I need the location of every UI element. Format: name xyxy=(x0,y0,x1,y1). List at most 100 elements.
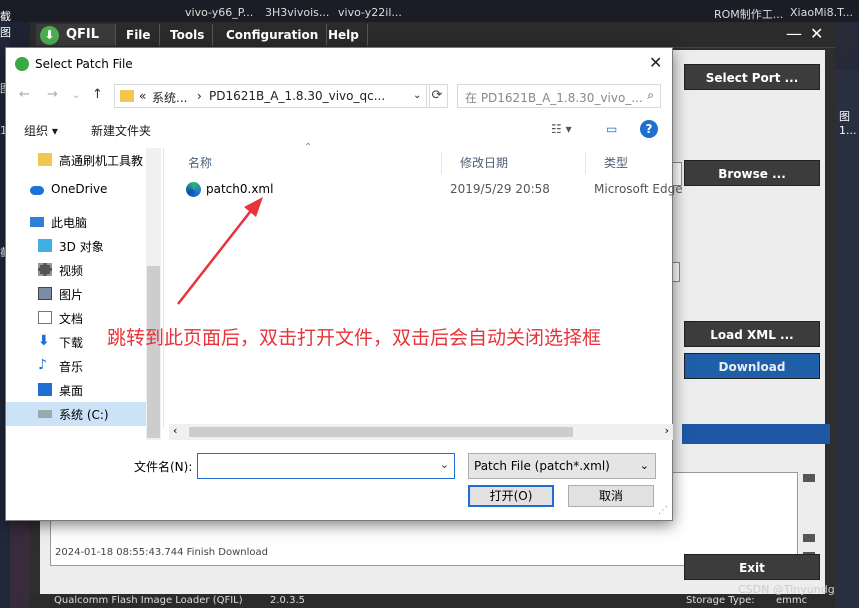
search-placeholder: 在 PD1621B_A_1.8.30_vivo_... xyxy=(465,91,643,105)
menu-configuration[interactable]: Configuration xyxy=(218,24,328,46)
nav-item-desktop[interactable]: 桌面 xyxy=(6,378,146,402)
nav-item-label: 音乐 xyxy=(59,360,84,374)
annotation-text: 跳转到此页面后，双击打开文件，双击后会自动关闭选择框 xyxy=(107,327,602,349)
search-input[interactable]: 在 PD1621B_A_1.8.30_vivo_... ⌕ xyxy=(457,84,661,108)
nav-item-system-c[interactable]: 系统 (C:) xyxy=(6,402,146,426)
select-port-button[interactable]: Select Port ... xyxy=(684,64,820,90)
up-arrow-icon[interactable]: ↑ xyxy=(92,87,103,102)
file-name[interactable]: patch0.xml xyxy=(206,182,273,196)
scroll-left-icon[interactable]: ‹ xyxy=(173,424,177,437)
menu-tools[interactable]: Tools xyxy=(162,24,214,46)
nav-item-label: 图片 xyxy=(59,288,84,302)
desktop-icon xyxy=(38,383,52,396)
chevron-down-icon[interactable]: ⌄ xyxy=(440,458,449,471)
recent-chevron-icon[interactable]: ⌄ xyxy=(72,90,80,101)
desktop-item[interactable]: 3H3vivois... xyxy=(265,6,329,19)
scroll-right-icon[interactable]: › xyxy=(665,424,669,437)
nav-item-label: OneDrive xyxy=(51,182,108,196)
browse-button[interactable]: Browse ... xyxy=(684,160,820,186)
nav-item-videos[interactable]: 视频 xyxy=(6,258,146,282)
search-icon[interactable]: ⌕ xyxy=(647,88,654,103)
nav-item-label: 此电脑 xyxy=(51,216,88,230)
dialog-titlebar: Select Patch File ✕ xyxy=(6,48,672,80)
breadcrumb-system[interactable]: 系统... xyxy=(152,89,187,106)
nav-scrollbar[interactable] xyxy=(146,148,161,440)
nav-item-music[interactable]: ♪ 音乐 xyxy=(6,354,146,378)
column-header-type[interactable]: 类型 xyxy=(586,152,674,174)
back-arrow-icon[interactable]: ← xyxy=(19,87,30,102)
open-button[interactable]: 打开(O) xyxy=(468,485,554,507)
chevron-down-icon[interactable]: ⌄ xyxy=(640,459,649,472)
breadcrumb-separator[interactable]: › xyxy=(197,89,202,103)
file-date: 2019/5/29 20:58 xyxy=(450,182,550,196)
file-type-select[interactable]: Patch File (patch*.xml) ⌄ xyxy=(468,453,656,479)
nav-item-onedrive[interactable]: OneDrive xyxy=(6,178,146,202)
computer-icon xyxy=(30,217,44,227)
filename-input[interactable]: ⌄ xyxy=(197,453,455,479)
video-icon xyxy=(38,263,52,276)
desktop-item[interactable]: ROM制作工... xyxy=(714,6,783,22)
annotation-arrow-shaft xyxy=(177,202,258,305)
nav-item-pictures[interactable]: 图片 xyxy=(6,282,146,306)
load-xml-button[interactable]: Load XML ... xyxy=(684,321,820,347)
music-icon: ♪ xyxy=(38,357,47,373)
log-line: 2024-01-18 08:55:43.744 Finish Download xyxy=(55,547,269,558)
exit-button[interactable]: Exit xyxy=(684,554,820,580)
breadcrumb-overflow[interactable]: « xyxy=(139,89,146,103)
close-icon[interactable]: ✕ xyxy=(810,24,823,43)
cancel-button[interactable]: 取消 xyxy=(568,485,654,507)
nav-item-label: 高通刷机工具教 xyxy=(59,154,144,168)
nav-item-label: 桌面 xyxy=(59,384,84,398)
refresh-icon[interactable]: ⟳ xyxy=(426,84,448,108)
desktop-item[interactable]: vivo-y22il... xyxy=(338,6,402,19)
cloud-icon xyxy=(30,186,44,195)
folder-icon xyxy=(38,153,52,166)
address-row: ← → ⌄ ↑ « 系统... › PD1621B_A_1.8.30_vivo_… xyxy=(6,82,672,110)
download-arrow-icon: ⬇ xyxy=(40,26,59,45)
nav-scroll-thumb[interactable] xyxy=(147,266,160,438)
nav-item-3d-objects[interactable]: 3D 对象 xyxy=(6,234,146,258)
breadcrumb-folder[interactable]: PD1621B_A_1.8.30_vivo_qc... xyxy=(209,89,385,103)
log-scroll-buttons xyxy=(800,472,820,566)
download-button[interactable]: Download xyxy=(684,353,820,379)
view-options-icon[interactable]: ☷ ▾ xyxy=(551,122,572,136)
organize-menu[interactable]: 组织 ▾ xyxy=(24,122,58,139)
desktop-label: 1... xyxy=(839,124,857,137)
column-header-name[interactable]: 名称 xyxy=(170,152,442,174)
new-folder-button[interactable]: 新建文件夹 xyxy=(91,122,151,139)
minimize-icon[interactable]: — xyxy=(786,24,802,43)
column-header-date[interactable]: 修改日期 xyxy=(442,152,586,174)
desktop-right-strip: 图 1... xyxy=(835,70,859,608)
scroll-down-icon[interactable] xyxy=(803,534,815,542)
forward-arrow-icon[interactable]: → xyxy=(47,87,58,102)
menu-help[interactable]: Help xyxy=(320,24,368,46)
horizontal-scrollbar[interactable]: ‹ › xyxy=(169,424,673,440)
navigation-pane: 高通刷机工具教 OneDrive 此电脑 3D 对象 视频 图片 文档 ⬇ 下载 xyxy=(6,148,161,440)
menu-file[interactable]: File xyxy=(118,24,160,46)
status-storage-value[interactable]: emmc xyxy=(776,595,807,606)
qfil-logo: ⬇ QFIL xyxy=(36,24,116,46)
help-icon[interactable]: ? xyxy=(640,120,658,138)
progress-bar xyxy=(682,424,830,444)
status-storage-label: Storage Type: xyxy=(686,595,755,606)
address-bar[interactable]: « 系统... › PD1621B_A_1.8.30_vivo_qc... ⌄ xyxy=(114,84,430,108)
nav-item-folder[interactable]: 高通刷机工具教 xyxy=(6,148,146,172)
resize-grip-icon[interactable]: ⋰ xyxy=(658,505,668,516)
status-version: 2.0.3.5 xyxy=(270,595,305,606)
qfil-menubar: ⬇ QFIL File Tools Configuration Help — ✕ xyxy=(30,22,835,48)
preview-pane-icon[interactable]: ▭ xyxy=(606,122,617,136)
dialog-title: Select Patch File xyxy=(35,57,133,71)
chevron-down-icon[interactable]: ⌄ xyxy=(413,90,421,101)
nav-item-label: 下载 xyxy=(59,336,84,350)
scroll-up-icon[interactable] xyxy=(803,474,815,482)
nav-item-this-pc[interactable]: 此电脑 xyxy=(6,210,146,234)
desktop-item[interactable]: vivo-y66_P... xyxy=(185,6,253,19)
app-icon xyxy=(15,57,29,71)
qfil-logo-text: QFIL xyxy=(66,27,100,42)
document-icon xyxy=(38,311,52,324)
filename-label: 文件名(N): xyxy=(134,460,193,474)
horizontal-scroll-thumb[interactable] xyxy=(189,427,573,437)
desktop-item[interactable]: XiaoMi8.T... xyxy=(790,6,853,19)
close-icon[interactable]: ✕ xyxy=(649,53,662,72)
dialog-toolbar: 组织 ▾ 新建文件夹 ☷ ▾ ▭ ? xyxy=(6,114,672,144)
